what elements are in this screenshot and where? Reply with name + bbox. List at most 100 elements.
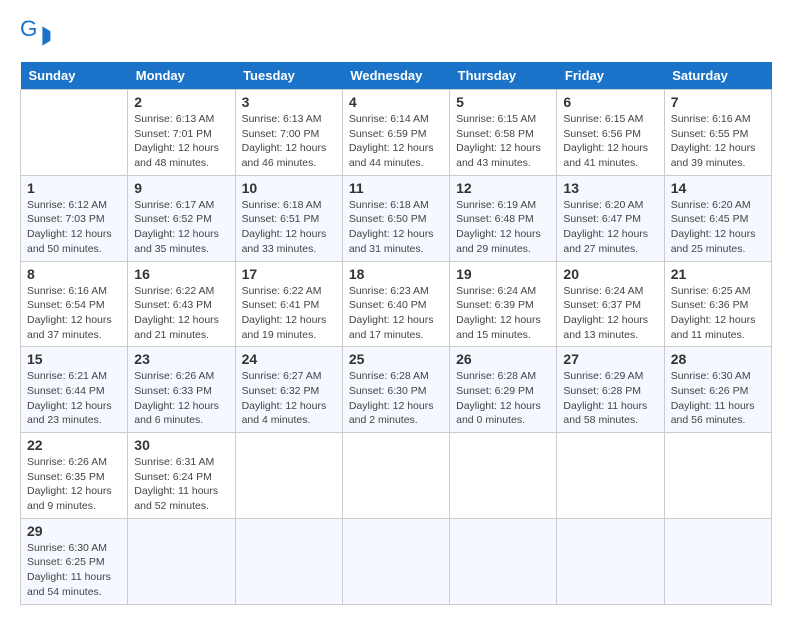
page-header: G: [20, 20, 772, 52]
day-info: Sunrise: 6:13 AM Sunset: 7:01 PM Dayligh…: [134, 112, 228, 171]
day-info: Sunrise: 6:18 AM Sunset: 6:51 PM Dayligh…: [242, 198, 336, 257]
sunrise: Sunrise: 6:19 AM: [456, 199, 536, 211]
daylight: Daylight: 12 hours and 2 minutes.: [349, 400, 434, 427]
calendar-cell: 7 Sunrise: 6:16 AM Sunset: 6:55 PM Dayli…: [664, 90, 771, 176]
calendar-cell: [450, 518, 557, 604]
calendar-cell: 9 Sunrise: 6:17 AM Sunset: 6:52 PM Dayli…: [128, 175, 235, 261]
day-info: Sunrise: 6:22 AM Sunset: 6:41 PM Dayligh…: [242, 284, 336, 343]
day-number: 21: [671, 266, 765, 282]
daylight: Daylight: 12 hours and 50 minutes.: [27, 228, 112, 255]
calendar-week-row: 8 Sunrise: 6:16 AM Sunset: 6:54 PM Dayli…: [21, 261, 772, 347]
sunset: Sunset: 6:28 PM: [563, 385, 641, 397]
day-number: 24: [242, 351, 336, 367]
day-number: 22: [27, 437, 121, 453]
sunrise: Sunrise: 6:18 AM: [349, 199, 429, 211]
sunrise: Sunrise: 6:17 AM: [134, 199, 214, 211]
daylight: Daylight: 12 hours and 23 minutes.: [27, 400, 112, 427]
day-number: 9: [134, 180, 228, 196]
calendar-cell: 10 Sunrise: 6:18 AM Sunset: 6:51 PM Dayl…: [235, 175, 342, 261]
sunset: Sunset: 6:44 PM: [27, 385, 105, 397]
sunrise: Sunrise: 6:16 AM: [671, 113, 751, 125]
calendar-cell: [557, 433, 664, 519]
day-info: Sunrise: 6:12 AM Sunset: 7:03 PM Dayligh…: [27, 198, 121, 257]
sunset: Sunset: 6:36 PM: [671, 299, 749, 311]
day-number: 19: [456, 266, 550, 282]
sunrise: Sunrise: 6:15 AM: [563, 113, 643, 125]
sunrise: Sunrise: 6:28 AM: [456, 370, 536, 382]
calendar-cell: 23 Sunrise: 6:26 AM Sunset: 6:33 PM Dayl…: [128, 347, 235, 433]
sunrise: Sunrise: 6:26 AM: [27, 456, 107, 468]
calendar-cell: 2 Sunrise: 6:13 AM Sunset: 7:01 PM Dayli…: [128, 90, 235, 176]
day-number: 15: [27, 351, 121, 367]
calendar-cell: 11 Sunrise: 6:18 AM Sunset: 6:50 PM Dayl…: [342, 175, 449, 261]
daylight: Daylight: 12 hours and 33 minutes.: [242, 228, 327, 255]
sunset: Sunset: 6:59 PM: [349, 128, 427, 140]
day-info: Sunrise: 6:26 AM Sunset: 6:33 PM Dayligh…: [134, 369, 228, 428]
sunrise: Sunrise: 6:13 AM: [242, 113, 322, 125]
sunrise: Sunrise: 6:26 AM: [134, 370, 214, 382]
sunset: Sunset: 6:48 PM: [456, 213, 534, 225]
svg-text:G: G: [20, 20, 37, 41]
calendar-cell: [557, 518, 664, 604]
sunset: Sunset: 6:51 PM: [242, 213, 320, 225]
sunset: Sunset: 6:50 PM: [349, 213, 427, 225]
col-saturday: Saturday: [664, 62, 771, 90]
sunrise: Sunrise: 6:30 AM: [671, 370, 751, 382]
day-info: Sunrise: 6:13 AM Sunset: 7:00 PM Dayligh…: [242, 112, 336, 171]
daylight: Daylight: 12 hours and 39 minutes.: [671, 142, 756, 169]
calendar-table: Sunday Monday Tuesday Wednesday Thursday…: [20, 62, 772, 605]
logo-icon: G: [20, 20, 52, 52]
day-info: Sunrise: 6:22 AM Sunset: 6:43 PM Dayligh…: [134, 284, 228, 343]
day-number: 2: [134, 94, 228, 110]
sunrise: Sunrise: 6:20 AM: [563, 199, 643, 211]
day-info: Sunrise: 6:30 AM Sunset: 6:26 PM Dayligh…: [671, 369, 765, 428]
sunrise: Sunrise: 6:29 AM: [563, 370, 643, 382]
daylight: Daylight: 11 hours and 52 minutes.: [134, 485, 218, 512]
sunrise: Sunrise: 6:28 AM: [349, 370, 429, 382]
daylight: Daylight: 11 hours and 58 minutes.: [563, 400, 647, 427]
sunset: Sunset: 6:37 PM: [563, 299, 641, 311]
day-number: 11: [349, 180, 443, 196]
calendar-week-row: 2 Sunrise: 6:13 AM Sunset: 7:01 PM Dayli…: [21, 90, 772, 176]
sunrise: Sunrise: 6:22 AM: [134, 285, 214, 297]
day-number: 5: [456, 94, 550, 110]
daylight: Daylight: 12 hours and 35 minutes.: [134, 228, 219, 255]
col-wednesday: Wednesday: [342, 62, 449, 90]
sunrise: Sunrise: 6:13 AM: [134, 113, 214, 125]
day-info: Sunrise: 6:21 AM Sunset: 6:44 PM Dayligh…: [27, 369, 121, 428]
sunset: Sunset: 6:25 PM: [27, 556, 105, 568]
day-number: 27: [563, 351, 657, 367]
sunset: Sunset: 7:01 PM: [134, 128, 212, 140]
day-number: 7: [671, 94, 765, 110]
sunset: Sunset: 6:32 PM: [242, 385, 320, 397]
daylight: Daylight: 12 hours and 11 minutes.: [671, 314, 756, 341]
calendar-cell: 5 Sunrise: 6:15 AM Sunset: 6:58 PM Dayli…: [450, 90, 557, 176]
calendar-cell: 1 Sunrise: 6:12 AM Sunset: 7:03 PM Dayli…: [21, 175, 128, 261]
day-info: Sunrise: 6:23 AM Sunset: 6:40 PM Dayligh…: [349, 284, 443, 343]
sunset: Sunset: 7:03 PM: [27, 213, 105, 225]
calendar-cell: 18 Sunrise: 6:23 AM Sunset: 6:40 PM Dayl…: [342, 261, 449, 347]
calendar-cell: [21, 90, 128, 176]
day-number: 17: [242, 266, 336, 282]
sunrise: Sunrise: 6:20 AM: [671, 199, 751, 211]
calendar-week-row: 29 Sunrise: 6:30 AM Sunset: 6:25 PM Dayl…: [21, 518, 772, 604]
day-number: 25: [349, 351, 443, 367]
sunset: Sunset: 6:41 PM: [242, 299, 320, 311]
daylight: Daylight: 12 hours and 17 minutes.: [349, 314, 434, 341]
day-number: 1: [27, 180, 121, 196]
col-friday: Friday: [557, 62, 664, 90]
calendar-cell: 16 Sunrise: 6:22 AM Sunset: 6:43 PM Dayl…: [128, 261, 235, 347]
sunrise: Sunrise: 6:23 AM: [349, 285, 429, 297]
sunset: Sunset: 6:55 PM: [671, 128, 749, 140]
sunset: Sunset: 6:43 PM: [134, 299, 212, 311]
sunset: Sunset: 6:35 PM: [27, 471, 105, 483]
calendar-cell: 22 Sunrise: 6:26 AM Sunset: 6:35 PM Dayl…: [21, 433, 128, 519]
calendar-week-row: 1 Sunrise: 6:12 AM Sunset: 7:03 PM Dayli…: [21, 175, 772, 261]
daylight: Daylight: 12 hours and 37 minutes.: [27, 314, 112, 341]
calendar-cell: [342, 433, 449, 519]
daylight: Daylight: 11 hours and 56 minutes.: [671, 400, 755, 427]
daylight: Daylight: 12 hours and 0 minutes.: [456, 400, 541, 427]
day-number: 23: [134, 351, 228, 367]
day-info: Sunrise: 6:27 AM Sunset: 6:32 PM Dayligh…: [242, 369, 336, 428]
daylight: Daylight: 12 hours and 19 minutes.: [242, 314, 327, 341]
